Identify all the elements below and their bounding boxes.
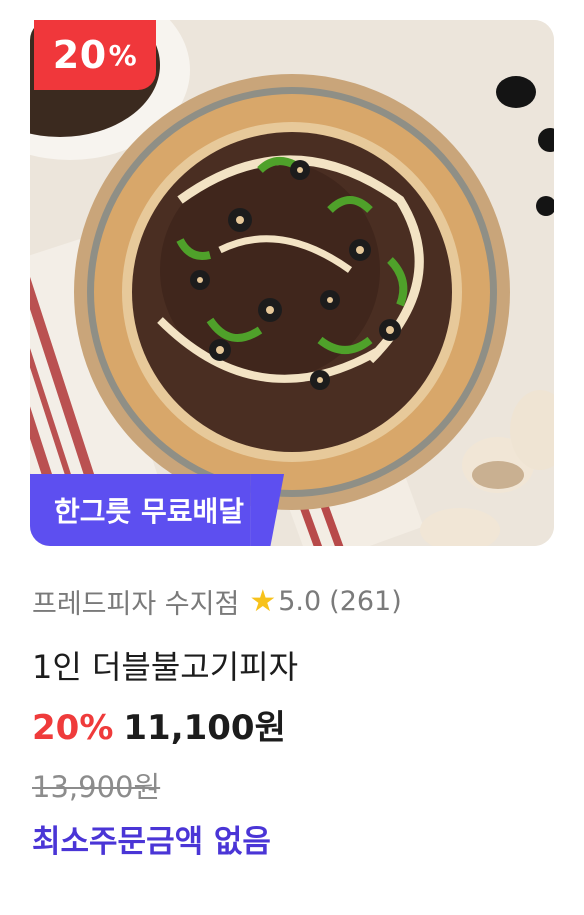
discount-rate: 20% <box>32 708 114 748</box>
pizza-illustration <box>30 20 554 546</box>
review-count: (261) <box>329 586 402 617</box>
original-price: 13,900원 <box>32 770 161 804</box>
store-line: 프레드피자 수지점 ★ 5.0 (261) <box>32 582 402 621</box>
menu-name[interactable]: 1인 더블불고기피자 <box>32 642 298 688</box>
min-order-text: 최소주문금액 없음 <box>32 824 271 860</box>
discount-badge: 20% <box>34 20 156 90</box>
free-delivery-tag-tip <box>250 474 285 546</box>
sale-price: 11,100원 <box>123 708 286 748</box>
store-name: 프레드피자 수지점 <box>32 589 240 620</box>
product-image[interactable] <box>30 20 554 546</box>
discount-badge-suffix: % <box>108 38 138 72</box>
product-card[interactable]: 20% 한그릇 무료배달 프레드피자 수지점 ★ 5.0 (261) 1인 더블… <box>0 0 584 915</box>
rating-value: 5.0 <box>278 586 322 617</box>
price-line: 20% 11,100원 <box>32 700 286 749</box>
free-delivery-tag: 한그릇 무료배달 <box>30 474 285 546</box>
star-icon: ★ <box>249 584 277 619</box>
discount-badge-value: 20 <box>52 33 107 77</box>
free-delivery-label: 한그릇 무료배달 <box>30 474 251 546</box>
